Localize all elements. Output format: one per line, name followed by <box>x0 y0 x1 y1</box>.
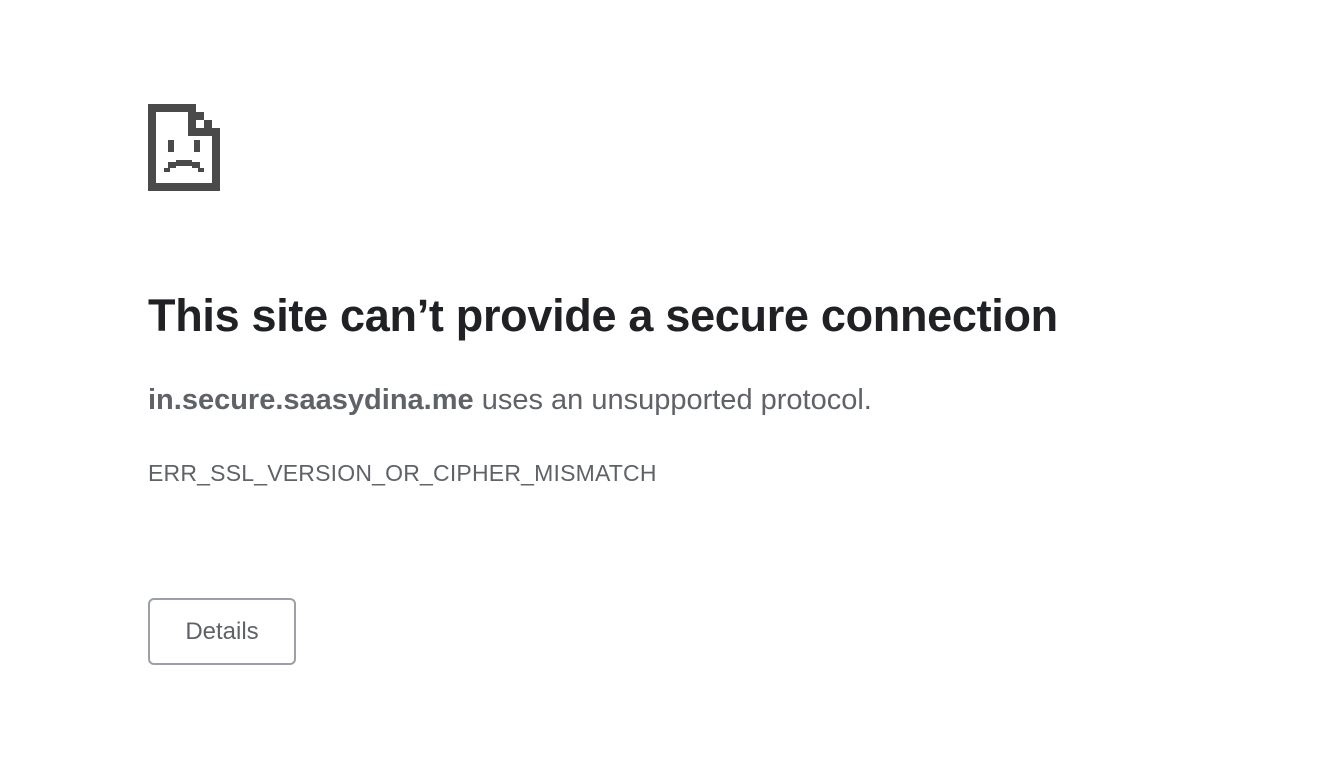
error-message-suffix: uses an unsupported protocol. <box>473 384 872 416</box>
error-message: in.secure.saasydina.me uses an unsupport… <box>148 382 872 418</box>
host-name: in.secure.saasydina.me <box>148 384 474 416</box>
sad-page-icon <box>148 104 220 191</box>
details-button[interactable]: Details <box>148 598 296 665</box>
error-code: ERR_SSL_VERSION_OR_CIPHER_MISMATCH <box>148 460 657 486</box>
page-title: This site can’t provide a secure connect… <box>148 290 1058 341</box>
error-page: This site can’t provide a secure connect… <box>0 0 1326 776</box>
